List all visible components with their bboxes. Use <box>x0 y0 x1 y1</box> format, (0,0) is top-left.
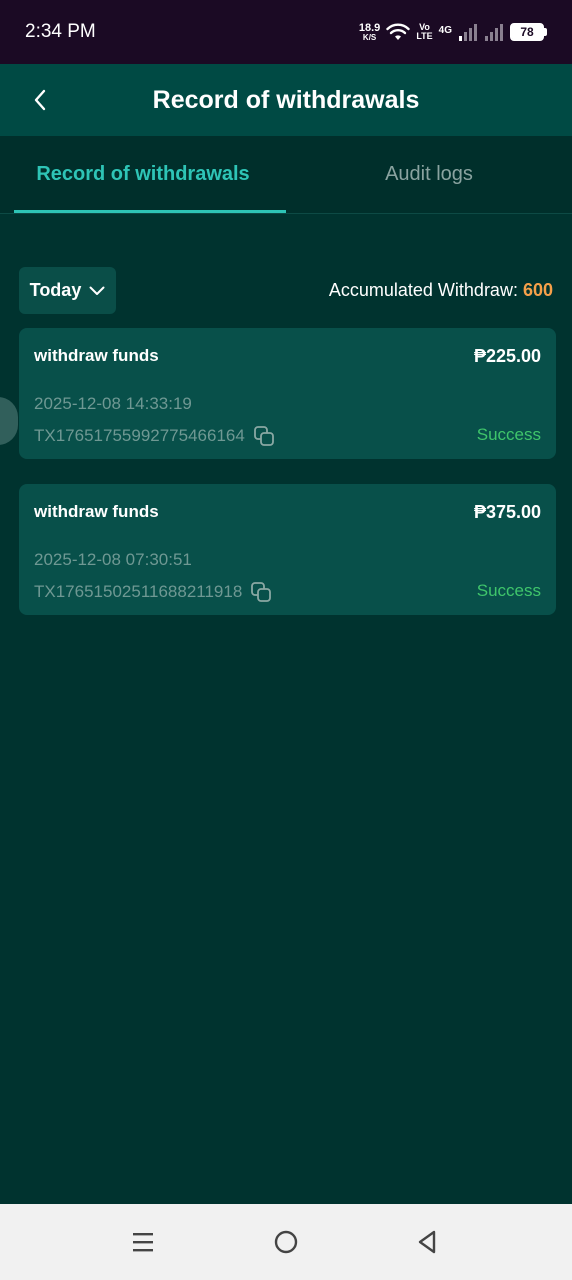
record-datetime: 2025-12-08 07:30:51 <box>34 550 192 569</box>
record-amount: ₱375.00 <box>473 502 541 522</box>
back-button[interactable] <box>22 82 58 118</box>
triangle-back-icon <box>418 1230 436 1254</box>
status-icons: 18.9 K/S Vo LTE 4G 78 <box>358 21 547 42</box>
accumulated-withdraw: Accumulated Withdraw: 600 <box>329 280 553 301</box>
signal-icon-2 <box>485 24 503 41</box>
tab-label: Audit logs <box>385 163 473 185</box>
record-tx: TX17651755992775466164 <box>34 425 275 447</box>
signal-icon-1 <box>459 24 477 41</box>
volte-indicator: Vo LTE <box>416 23 432 41</box>
accumulated-label: Accumulated Withdraw: <box>328 280 523 300</box>
filter-row: Today Accumulated Withdraw: 600 <box>19 267 553 314</box>
record-title: withdraw funds <box>34 502 159 521</box>
copy-icon[interactable] <box>253 425 275 447</box>
withdrawal-record-card[interactable]: withdraw funds ₱225.00 2025-12-08 14:33:… <box>19 328 556 459</box>
recent-apps-button[interactable] <box>127 1226 159 1258</box>
system-nav-bar <box>0 1204 572 1280</box>
tab-record-of-withdrawals[interactable]: Record of withdrawals <box>0 136 286 213</box>
chevron-left-icon <box>34 89 46 111</box>
record-tx: TX17651502511688211918 <box>34 581 272 603</box>
record-tx-id: TX17651502511688211918 <box>34 582 243 601</box>
accumulated-value: 600 <box>522 280 553 300</box>
wifi-icon <box>386 23 411 40</box>
network-type: 4G <box>438 24 452 36</box>
chevron-down-icon <box>89 286 105 295</box>
net-speed-value: 18.9 <box>358 21 381 34</box>
net-speed-unit: K/S <box>362 32 377 42</box>
circle-icon <box>274 1230 298 1254</box>
net-speed: 18.9 K/S <box>358 21 381 42</box>
record-amount: ₱225.00 <box>473 346 541 366</box>
page-title: Record of withdrawals <box>152 85 420 114</box>
active-tab-indicator <box>14 210 286 213</box>
withdrawal-record-card[interactable]: withdraw funds ₱375.00 2025-12-08 07:30:… <box>19 484 556 615</box>
floating-assistive-handle[interactable] <box>0 397 18 445</box>
tab-label: Record of withdrawals <box>36 163 250 185</box>
tab-bar: Record of withdrawals Audit logs <box>0 136 572 214</box>
date-filter-label: Today <box>29 280 82 300</box>
copy-icon[interactable] <box>250 581 272 603</box>
date-filter-dropdown[interactable]: Today <box>19 267 116 314</box>
status-bar: 2:34 PM 18.9 K/S Vo LTE 4G 78 <box>0 0 572 64</box>
volte-bottom: LTE <box>416 31 433 41</box>
tab-audit-logs[interactable]: Audit logs <box>286 136 572 213</box>
record-datetime: 2025-12-08 14:33:19 <box>34 394 192 413</box>
home-button[interactable] <box>270 1226 302 1258</box>
record-title: withdraw funds <box>34 346 159 365</box>
app-header: Record of withdrawals <box>0 64 572 136</box>
menu-icon <box>133 1233 153 1252</box>
record-status: Success <box>476 581 541 600</box>
back-nav-button[interactable] <box>411 1226 443 1258</box>
record-tx-id: TX17651755992775466164 <box>34 426 245 445</box>
status-time: 2:34 PM <box>25 21 96 42</box>
record-status: Success <box>476 425 541 444</box>
battery-level: 78 <box>512 25 542 39</box>
battery-icon: 78 <box>510 23 547 41</box>
